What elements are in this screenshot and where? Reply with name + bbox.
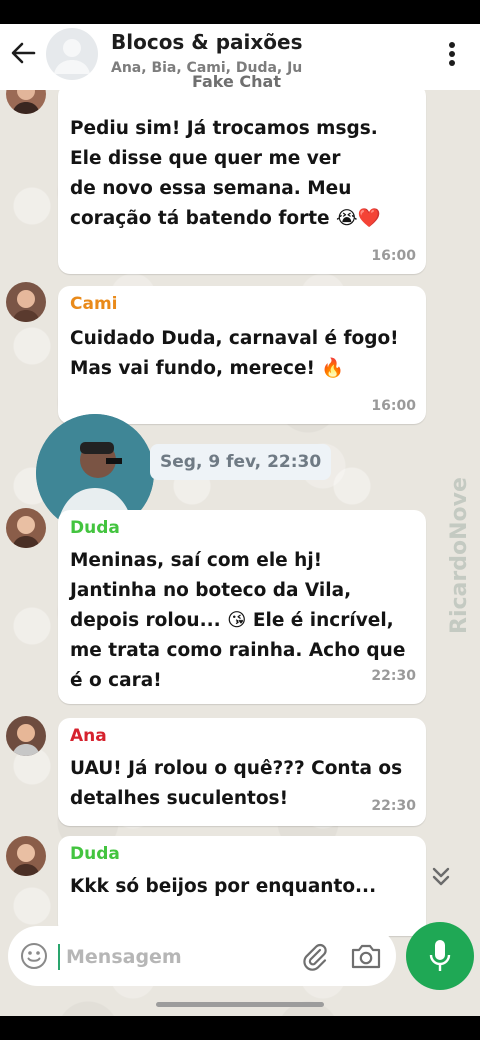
sender-name: Duda <box>70 518 120 538</box>
message-time: 16:00 <box>371 398 416 414</box>
microphone-icon <box>429 940 451 971</box>
sender-avatar-duda[interactable] <box>6 508 46 548</box>
paperclip-icon[interactable] <box>300 941 330 971</box>
message-input[interactable] <box>64 940 298 974</box>
group-placeholder-icon <box>54 39 90 74</box>
message-text: Pediu sim! Já trocamos msgs. Ele disse q… <box>70 118 381 229</box>
side-watermark: RicardoNove <box>447 477 472 634</box>
more-vert-icon[interactable] <box>440 40 464 68</box>
message-text: UAU! Já rolou o quê??? Conta os detalhes… <box>70 758 403 809</box>
smiley-icon[interactable] <box>20 942 48 970</box>
camera-icon[interactable] <box>350 942 382 970</box>
mic-button[interactable] <box>406 922 474 990</box>
sender-avatar-duda[interactable] <box>6 836 46 876</box>
fake-chat-watermark: Fake Chat <box>192 72 281 91</box>
date-divider: Seg, 9 fev, 22:30 <box>150 444 332 480</box>
group-avatar[interactable] <box>46 28 98 80</box>
sender-avatar-cami[interactable] <box>6 282 46 322</box>
message-bubble[interactable]: Pediu sim! Já trocamos msgs. Ele disse q… <box>58 84 426 274</box>
arrow-left-icon[interactable] <box>8 38 38 68</box>
chat-title[interactable]: Blocos & paixões <box>111 30 302 54</box>
text-caret <box>58 944 60 970</box>
message-text: Meninas, saí com ele hj! Jantinha no bot… <box>70 550 406 691</box>
message-text: Kkk só beijos por enquanto... <box>70 876 377 897</box>
sender-name: Cami <box>70 294 118 314</box>
message-bubble[interactable]: Cami Cuidado Duda, carnaval é fogo! Mas … <box>58 286 426 424</box>
sender-avatar-ana[interactable] <box>6 716 46 756</box>
chat-app: Blocos & paixões Ana, Bia, Cami, Duda, J… <box>0 24 480 1016</box>
message-bubble[interactable]: Duda Kkk só beijos por enquanto... <box>58 836 426 936</box>
message-bubble[interactable]: Ana UAU! Já rolou o quê??? Conta os deta… <box>58 718 426 826</box>
sender-name: Ana <box>70 726 107 746</box>
chat-header: Blocos & paixões Ana, Bia, Cami, Duda, J… <box>0 24 480 91</box>
message-time: 16:00 <box>371 248 416 264</box>
home-indicator[interactable] <box>156 1002 324 1007</box>
message-time: 22:30 <box>371 668 416 684</box>
message-composer <box>8 926 396 986</box>
message-time: 22:30 <box>371 798 416 814</box>
sender-name: Duda <box>70 844 120 864</box>
message-text: Cuidado Duda, carnaval é fogo! Mas vai f… <box>70 328 399 379</box>
message-bubble[interactable]: Duda Meninas, saí com ele hj! Jantinha n… <box>58 510 426 704</box>
double-chevron-down-icon[interactable] <box>424 860 458 894</box>
